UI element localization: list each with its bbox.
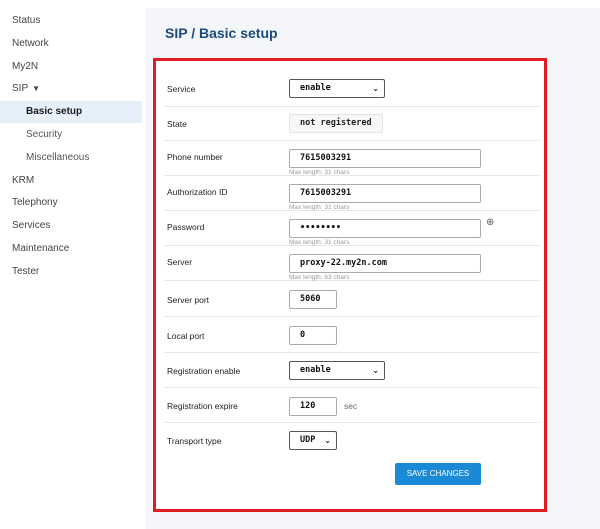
row-transport-type: Transport type UDP ⌄	[164, 423, 539, 455]
password-hint: Max length: 31 chars	[289, 239, 350, 246]
authorization-id-label: Authorization ID	[167, 187, 228, 197]
server-hint: Max length: 63 chars	[289, 274, 350, 281]
authorization-id-input[interactable]: 7615003291	[289, 184, 481, 203]
local-port-input[interactable]: 0	[289, 326, 337, 345]
sidebar-item-krm[interactable]: KRM	[0, 170, 142, 192]
sidebar-item-label: SIP	[12, 83, 29, 94]
chevron-down-icon: ⌄	[372, 84, 379, 93]
local-port-label: Local port	[167, 331, 205, 341]
caret-down-icon: ▼	[32, 84, 41, 93]
row-registration-enable: Registration enable enable ⌄	[164, 353, 539, 388]
server-input[interactable]: proxy-22.my2n.com	[289, 254, 481, 273]
row-registration-expire: Registration expire 120 sec	[164, 388, 539, 423]
row-local-port: Local port 0	[164, 317, 539, 353]
sidebar-item-basic-setup[interactable]: Basic setup	[0, 101, 142, 123]
sidebar-item-sip[interactable]: SIP ▼	[0, 78, 142, 100]
service-select[interactable]: enable ⌄	[289, 79, 385, 98]
password-input[interactable]: ••••••••	[289, 219, 481, 238]
state-value: not registered	[289, 114, 383, 133]
server-port-label: Server port	[167, 295, 210, 305]
show-password-icon[interactable]: ⊕	[486, 217, 494, 228]
registration-expire-label: Registration expire	[167, 401, 238, 411]
chevron-down-icon: ⌄	[324, 436, 331, 445]
service-label: Service	[167, 84, 196, 94]
sidebar-item-my2n[interactable]: My2N	[0, 56, 142, 78]
phone-number-label: Phone number	[167, 152, 223, 162]
transport-type-label: Transport type	[167, 436, 222, 446]
sidebar: Status Network My2N SIP ▼ Basic setup Sec…	[0, 0, 142, 529]
registration-expire-unit: sec	[344, 401, 358, 411]
row-service: Service enable ⌄	[164, 69, 539, 107]
sidebar-item-network[interactable]: Network	[0, 33, 142, 55]
row-state: State not registered	[164, 107, 539, 141]
sidebar-item-telephony[interactable]: Telephony	[0, 192, 142, 214]
sip-settings-form: Service enable ⌄ State not registered Ph…	[153, 58, 547, 512]
row-server-port: Server port 5060	[164, 281, 539, 317]
authorization-id-hint: Max length: 31 chars	[289, 204, 350, 211]
row-server: Server proxy-22.my2n.com Max length: 63 …	[164, 246, 539, 281]
row-password: Password •••••••• ⊕ Max length: 31 chars	[164, 211, 539, 246]
registration-enable-select[interactable]: enable ⌄	[289, 361, 385, 380]
registration-enable-label: Registration enable	[167, 366, 241, 376]
page-title: SIP / Basic setup	[165, 25, 278, 41]
save-changes-button[interactable]: SAVE CHANGES	[395, 463, 481, 485]
sidebar-item-services[interactable]: Services	[0, 215, 142, 237]
sidebar-item-maintenance[interactable]: Maintenance	[0, 238, 142, 260]
phone-number-input[interactable]: 7615003291	[289, 149, 481, 168]
sidebar-item-tester[interactable]: Tester	[0, 261, 142, 283]
server-label: Server	[167, 257, 193, 267]
row-authorization-id: Authorization ID 7615003291 Max length: …	[164, 176, 539, 211]
main-content: SIP / Basic setup Service enable ⌄ State…	[146, 8, 600, 529]
sidebar-item-status[interactable]: Status	[0, 10, 142, 32]
sidebar-item-security[interactable]: Security	[0, 124, 142, 146]
state-label: State	[167, 119, 187, 129]
password-label: Password	[167, 222, 205, 232]
row-phone-number: Phone number 7615003291 Max length: 31 c…	[164, 141, 539, 176]
chevron-down-icon: ⌄	[372, 366, 379, 375]
sidebar-item-miscellaneous[interactable]: Miscellaneous	[0, 147, 142, 169]
transport-type-select[interactable]: UDP ⌄	[289, 431, 337, 450]
registration-expire-input[interactable]: 120	[289, 397, 337, 416]
service-value: enable	[300, 83, 331, 93]
server-port-input[interactable]: 5060	[289, 290, 337, 309]
phone-number-hint: Max length: 31 chars	[289, 169, 350, 176]
transport-type-value: UDP	[300, 435, 316, 445]
registration-enable-value: enable	[300, 365, 331, 375]
